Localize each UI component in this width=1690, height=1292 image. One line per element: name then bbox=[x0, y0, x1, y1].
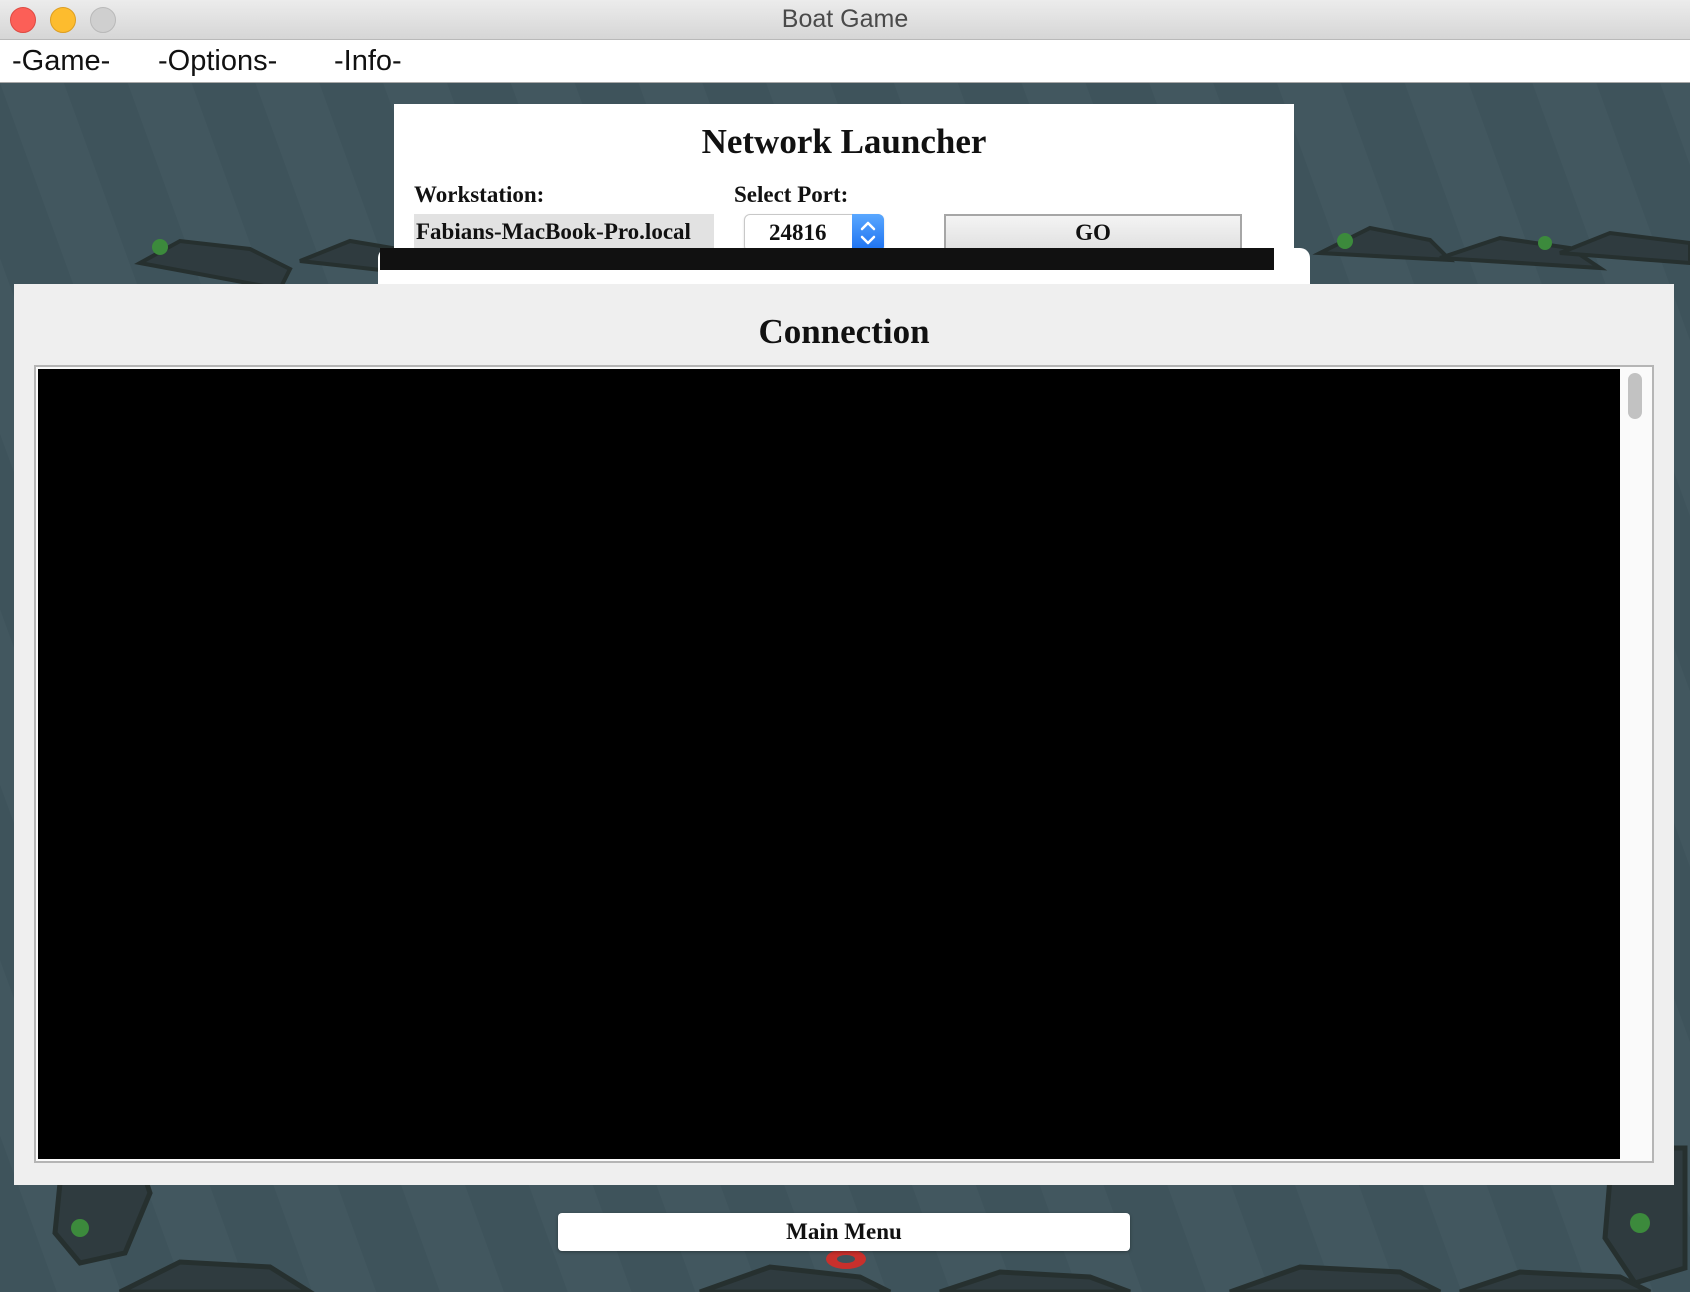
select-port-label: Select Port: bbox=[734, 182, 849, 207]
scrollbar-thumb[interactable] bbox=[1628, 373, 1642, 419]
port-spinner[interactable]: 24816 bbox=[744, 214, 884, 252]
vertical-scrollbar[interactable] bbox=[1620, 367, 1652, 1161]
title-bar: Boat Game bbox=[0, 0, 1690, 40]
connection-log-scrollpane[interactable] bbox=[34, 365, 1654, 1163]
go-button[interactable]: GO bbox=[944, 214, 1242, 252]
menu-options[interactable]: -Options- bbox=[158, 40, 277, 82]
up-down-chevron-icon bbox=[860, 221, 876, 245]
launcher-title: Network Launcher bbox=[701, 122, 987, 161]
main-menu-button[interactable]: Main Menu bbox=[558, 1213, 1130, 1251]
workstation-label: Workstation: bbox=[414, 182, 545, 207]
launcher-panel-lip-right bbox=[1294, 248, 1310, 284]
connection-title: Connection bbox=[758, 312, 930, 351]
menu-game[interactable]: -Game- bbox=[12, 40, 110, 82]
menu-info[interactable]: -Info- bbox=[334, 40, 402, 82]
port-value[interactable]: 24816 bbox=[769, 215, 827, 251]
menu-bar: -Game- -Options- -Info- bbox=[0, 40, 1690, 83]
window-title: Boat Game bbox=[781, 5, 909, 33]
launcher-canvas-strip bbox=[380, 248, 1274, 270]
connection-panel: Connection bbox=[14, 284, 1674, 1185]
connection-log-console[interactable] bbox=[38, 369, 1620, 1159]
spinner-arrows[interactable] bbox=[852, 214, 884, 252]
